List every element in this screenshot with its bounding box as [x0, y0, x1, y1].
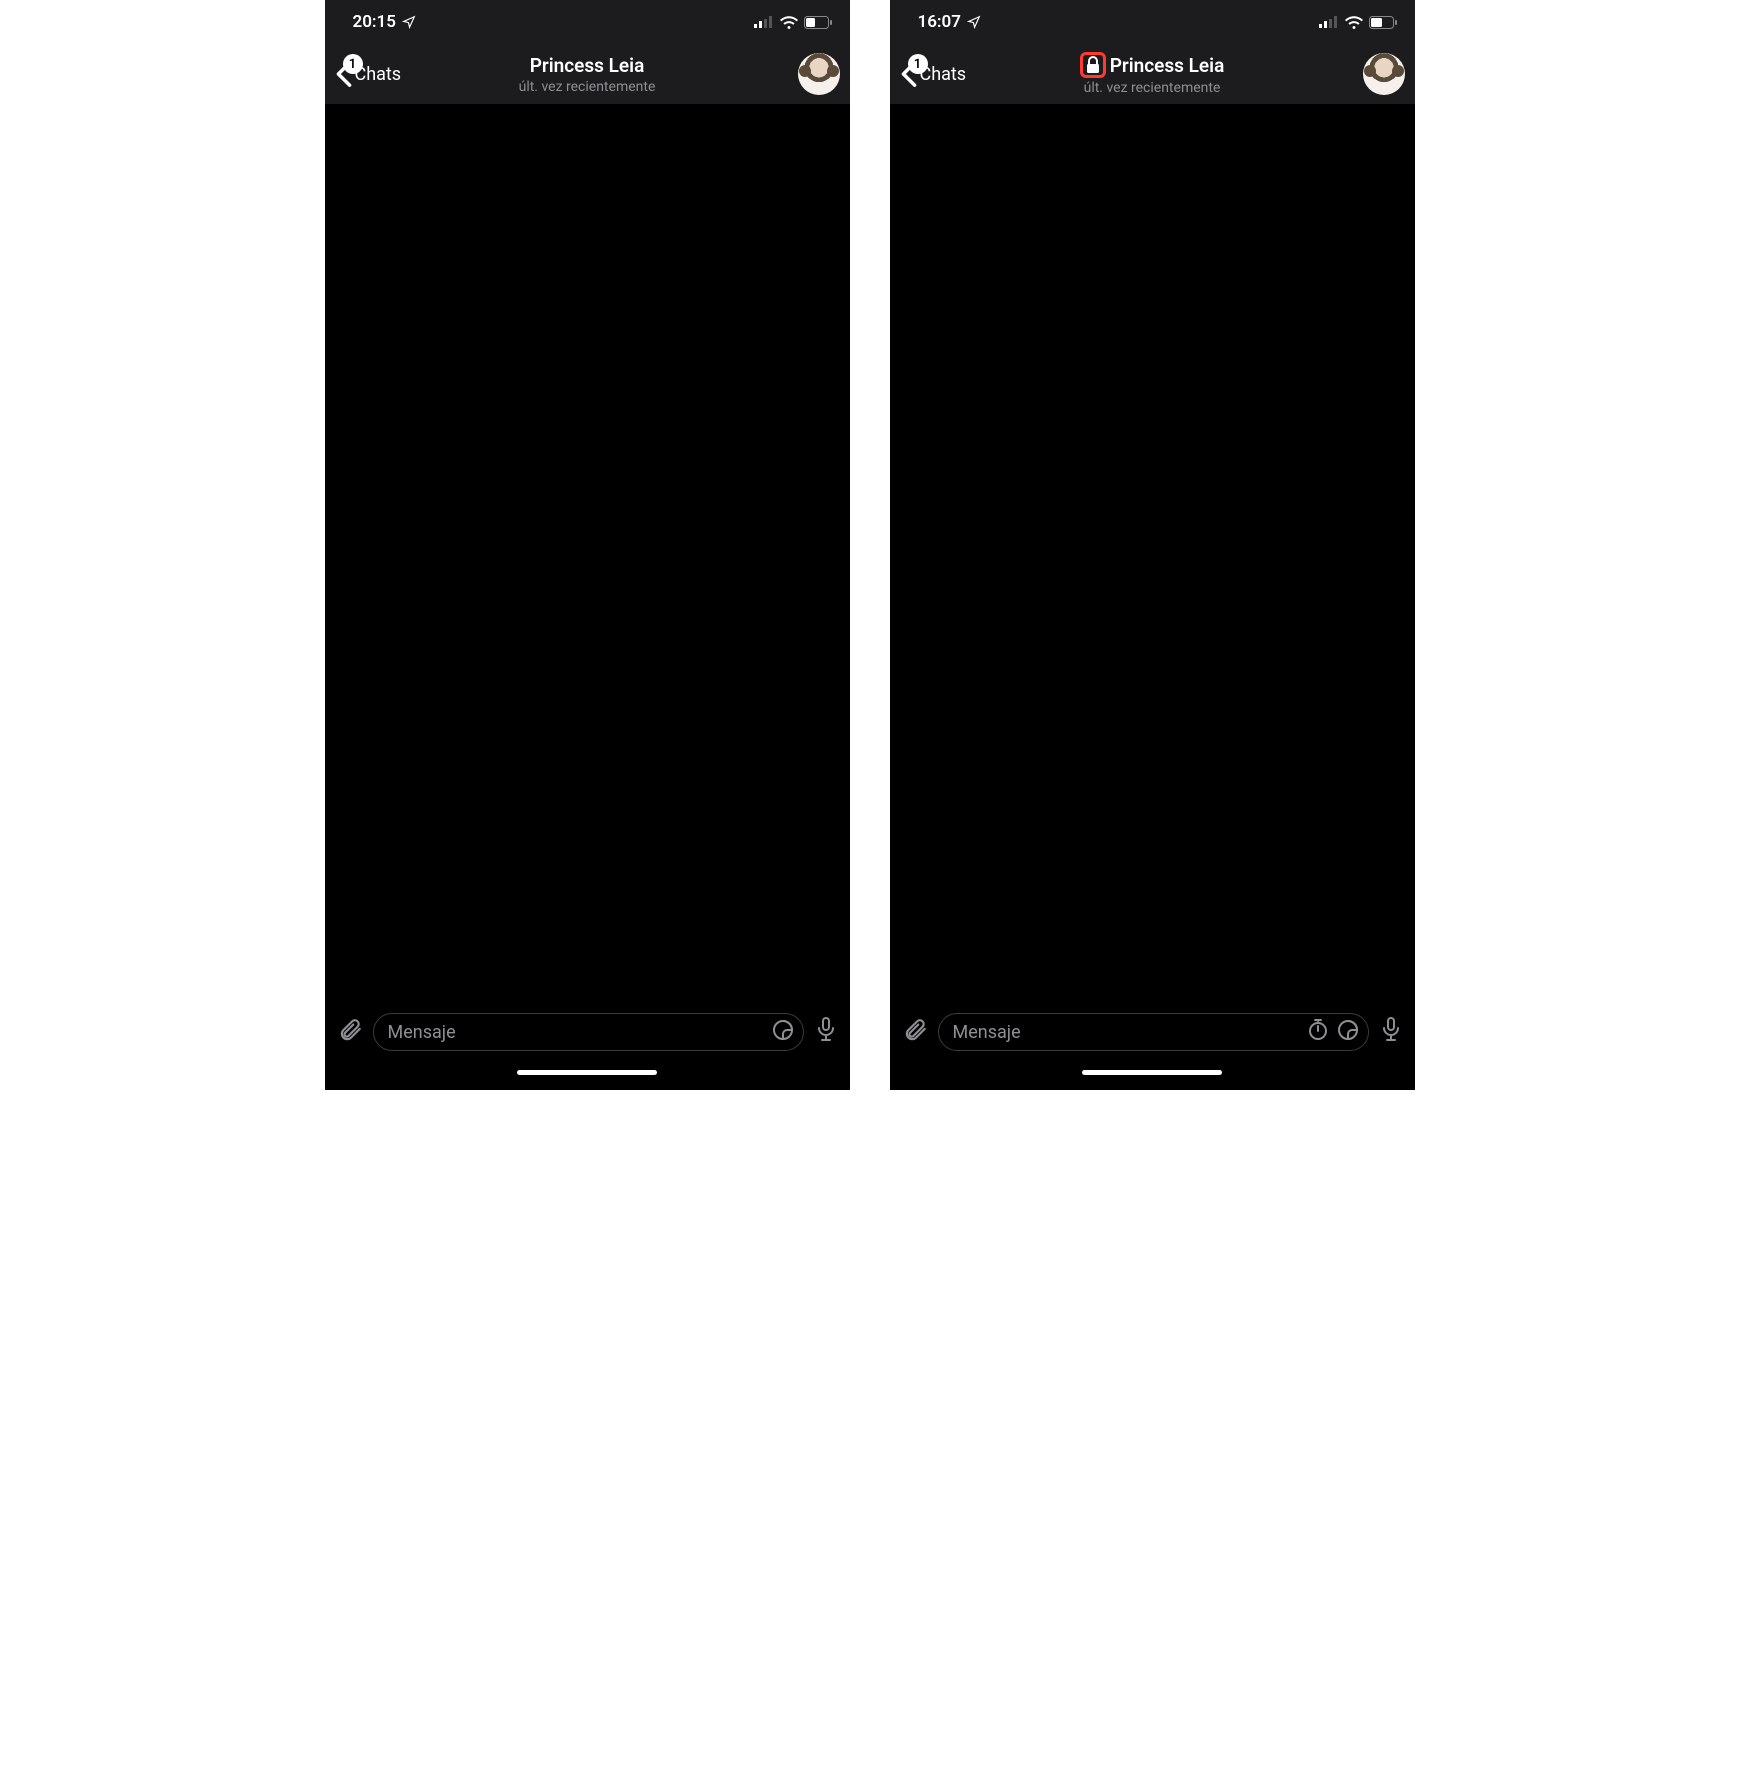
- home-indicator-area: [325, 1062, 850, 1090]
- status-right: [1319, 16, 1397, 29]
- status-left: 20:15: [353, 12, 416, 32]
- message-input-bar: Mensaje: [890, 1002, 1415, 1062]
- sticker-icon[interactable]: [771, 1018, 795, 1046]
- sticker-icon[interactable]: [1336, 1018, 1360, 1046]
- status-right: [754, 16, 832, 29]
- phone-screen-right: 16:07 1 Chats: [890, 0, 1415, 1090]
- home-indicator[interactable]: [517, 1070, 657, 1075]
- wifi-icon: [780, 16, 798, 29]
- message-input[interactable]: Mensaje: [938, 1013, 1369, 1051]
- chat-body[interactable]: [325, 104, 850, 1002]
- back-button[interactable]: 1 Chats: [900, 60, 1000, 88]
- message-input[interactable]: Mensaje: [373, 1013, 804, 1051]
- avatar[interactable]: [798, 53, 840, 95]
- location-icon: [402, 15, 416, 29]
- microphone-icon[interactable]: [814, 1016, 838, 1048]
- self-destruct-timer-icon[interactable]: [1306, 1018, 1330, 1046]
- wifi-icon: [1345, 16, 1363, 29]
- lock-icon: [1086, 56, 1100, 74]
- status-left: 16:07: [918, 12, 981, 32]
- unread-badge: 1: [908, 54, 928, 74]
- chat-body[interactable]: [890, 104, 1415, 1002]
- message-input-bar: Mensaje: [325, 1002, 850, 1062]
- chat-nav-bar: 1 Chats Princess Leia últ. vez recientem…: [325, 44, 850, 104]
- cellular-signal-icon: [754, 16, 774, 28]
- status-bar: 16:07: [890, 0, 1415, 44]
- unread-badge: 1: [343, 54, 363, 74]
- battery-icon: [1369, 16, 1397, 29]
- phone-screen-left: 20:15 1 Chats Princess Leia: [325, 0, 850, 1090]
- secret-chat-lock-highlight: [1080, 52, 1106, 78]
- cellular-signal-icon: [1319, 16, 1339, 28]
- location-icon: [967, 15, 981, 29]
- message-placeholder: Mensaje: [953, 1022, 1300, 1043]
- chat-nav-bar: 1 Chats Princess Leia últ. vez recientem…: [890, 44, 1415, 104]
- clock-time: 20:15: [353, 12, 396, 32]
- attach-icon[interactable]: [902, 1017, 928, 1047]
- home-indicator-area: [890, 1062, 1415, 1090]
- battery-icon: [804, 16, 832, 29]
- back-button[interactable]: 1 Chats: [335, 60, 435, 88]
- home-indicator[interactable]: [1082, 1070, 1222, 1075]
- microphone-icon[interactable]: [1379, 1016, 1403, 1048]
- contact-name: Princess Leia: [1110, 54, 1225, 77]
- attach-icon[interactable]: [337, 1017, 363, 1047]
- avatar[interactable]: [1363, 53, 1405, 95]
- clock-time: 16:07: [918, 12, 961, 32]
- message-placeholder: Mensaje: [388, 1022, 765, 1043]
- contact-name: Princess Leia: [530, 54, 645, 77]
- status-bar: 20:15: [325, 0, 850, 44]
